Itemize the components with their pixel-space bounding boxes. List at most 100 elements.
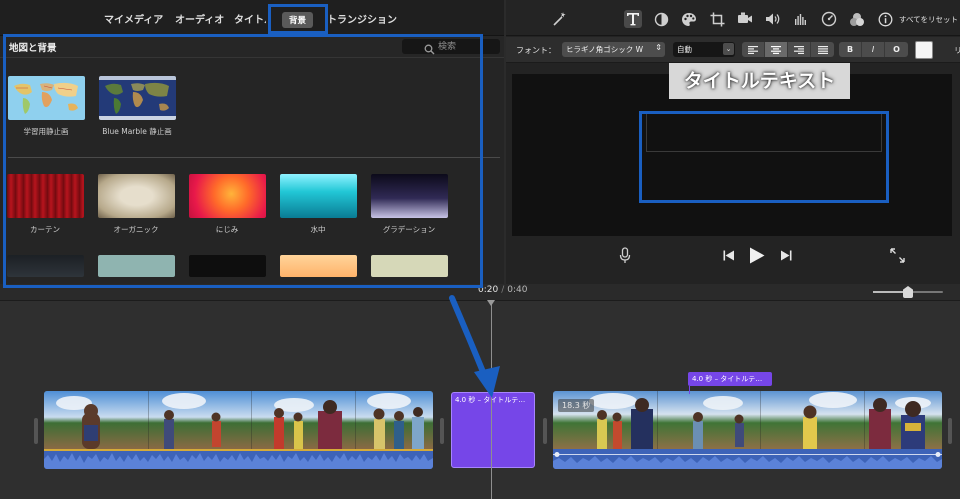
fullscreen-icon[interactable] <box>887 245 907 265</box>
tab-my-media[interactable]: マイメディア <box>104 11 163 26</box>
map-item-label: Blue Marble 静止画 <box>102 127 172 136</box>
background-thumbnail <box>6 174 84 218</box>
background-item-label: にじみ <box>215 225 239 234</box>
tab-backgrounds[interactable]: 背景 <box>282 12 314 28</box>
search-input[interactable] <box>438 40 496 53</box>
title-clip-label: 4.0 秒 – タイトルテ… <box>455 396 526 404</box>
video-clip-2[interactable] <box>553 391 942 469</box>
bold-button[interactable]: B <box>839 42 862 57</box>
crop-icon[interactable] <box>708 10 726 28</box>
align-justify-button[interactable] <box>811 42 834 57</box>
timecode-display: 0:20/0:40 <box>478 285 527 295</box>
align-left-icon <box>748 45 758 54</box>
more-options-label: リ <box>954 46 960 55</box>
title-text-overlay[interactable]: タイトルテキスト <box>669 63 850 99</box>
background-thumbnail <box>279 174 357 218</box>
outline-button[interactable]: O <box>885 42 908 57</box>
clip-duration-badge: 18.3 秒 <box>558 399 595 412</box>
align-right-button[interactable] <box>788 42 811 57</box>
background-item-label: グラデーション <box>382 225 436 234</box>
clip-trim-handle[interactable] <box>948 418 952 444</box>
align-left-button[interactable] <box>742 42 765 57</box>
background-item-curtain[interactable]: カーテン <box>5 174 85 235</box>
playhead-marker[interactable] <box>487 300 495 306</box>
map-item-label: 学習用静止画 <box>23 127 69 136</box>
timeline-header: 0:20/0:40 <box>0 284 960 300</box>
speedometer-icon[interactable] <box>820 10 838 28</box>
timeline-zoom-slider[interactable] <box>873 286 943 298</box>
background-item-peach[interactable] <box>278 255 358 277</box>
connected-title-marker[interactable]: 4.0 秒 – タイトルテ… <box>688 372 772 386</box>
search-box[interactable] <box>402 39 500 55</box>
italic-button[interactable]: I <box>862 42 885 57</box>
align-right-icon <box>794 45 804 54</box>
media-browser: マイメディア オーディオ タイトル 背景 トランジション 地図と背景 <box>0 0 504 284</box>
video-clip-1[interactable] <box>44 391 433 469</box>
font-family-value: ヒラギノ角ゴシック W <box>566 45 643 54</box>
background-item-organic[interactable]: オーガニック <box>96 174 176 235</box>
background-thumbnail <box>188 255 266 277</box>
skip-forward-icon[interactable] <box>776 245 796 265</box>
filters-icon[interactable] <box>848 10 866 28</box>
background-item-bleed[interactable]: にじみ <box>187 174 267 235</box>
background-item-teal[interactable] <box>96 255 176 277</box>
chevron-down-icon: ⌄ <box>723 43 734 55</box>
background-item-sage[interactable] <box>369 255 449 277</box>
tab-transitions[interactable]: トランジション <box>327 11 397 26</box>
skip-back-icon[interactable] <box>719 245 739 265</box>
clip-trim-handle[interactable] <box>543 418 547 444</box>
map-thumbnail <box>7 76 85 120</box>
clip-trim-handle[interactable] <box>440 418 444 444</box>
audio-waveform <box>553 449 942 469</box>
title-text-icon[interactable] <box>624 10 642 28</box>
zoom-slider-fill <box>873 291 908 293</box>
background-item-black[interactable] <box>187 255 267 277</box>
background-item-gradient[interactable]: グラデーション <box>369 174 449 235</box>
tab-titles[interactable]: タイトル <box>234 11 266 26</box>
font-family-select[interactable]: ヒラギノ角ゴシック W ⇕ <box>562 42 665 57</box>
background-thumbnail <box>279 255 357 277</box>
browser-header: 地図と背景 <box>0 36 504 58</box>
video-camera-icon[interactable] <box>736 10 754 28</box>
timecode-total: 0:40 <box>507 285 528 295</box>
align-center-icon <box>771 45 781 54</box>
playhead[interactable] <box>491 300 492 499</box>
color-balance-icon[interactable] <box>652 10 670 28</box>
map-thumbnail <box>98 76 176 120</box>
background-thumbnail <box>6 255 84 277</box>
tab-audio[interactable]: オーディオ <box>175 11 224 26</box>
reset-all-button[interactable]: すべてをリセット <box>899 14 958 25</box>
play-icon[interactable] <box>747 245 767 265</box>
color-palette-icon[interactable] <box>680 10 698 28</box>
volume-icon[interactable] <box>764 10 782 28</box>
magnifier-icon <box>424 40 435 59</box>
chevron-updown-icon: ⇕ <box>655 43 662 52</box>
info-icon[interactable] <box>876 10 894 28</box>
background-item-label: 水中 <box>310 225 326 234</box>
section-divider <box>8 157 500 158</box>
font-size-select[interactable]: 自動 ⌄ <box>673 42 735 57</box>
font-label: フォント： <box>516 46 556 55</box>
background-item-underwater[interactable]: 水中 <box>278 174 358 235</box>
title-safe-frame <box>646 112 882 152</box>
clip-trim-handle[interactable] <box>34 418 38 444</box>
background-thumbnail <box>370 255 448 277</box>
microphone-icon[interactable] <box>615 245 635 265</box>
timecode-separator: / <box>501 285 505 295</box>
align-justify-icon <box>817 45 828 54</box>
background-item-label: オーガニック <box>113 225 159 234</box>
zoom-slider-knob[interactable] <box>903 286 913 298</box>
map-item-learning[interactable]: 学習用静止画 <box>6 76 86 137</box>
audio-waveform <box>44 449 433 469</box>
background-item-dark[interactable] <box>5 255 85 277</box>
font-settings-bar: フォント： ヒラギノ角ゴシック W ⇕ 自動 ⌄ B I O リ <box>506 37 960 63</box>
map-item-blue-marble[interactable]: Blue Marble 静止画 <box>97 76 177 137</box>
text-color-well[interactable] <box>915 41 933 59</box>
title-clip[interactable]: 4.0 秒 – タイトルテ… <box>451 392 535 468</box>
align-center-button[interactable] <box>765 42 788 57</box>
equalizer-icon[interactable] <box>792 10 810 28</box>
timecode-current: 0:20 <box>478 285 499 295</box>
alignment-segmented-control <box>742 42 834 57</box>
magic-wand-icon[interactable] <box>550 10 568 28</box>
video-filmstrip <box>553 391 942 449</box>
